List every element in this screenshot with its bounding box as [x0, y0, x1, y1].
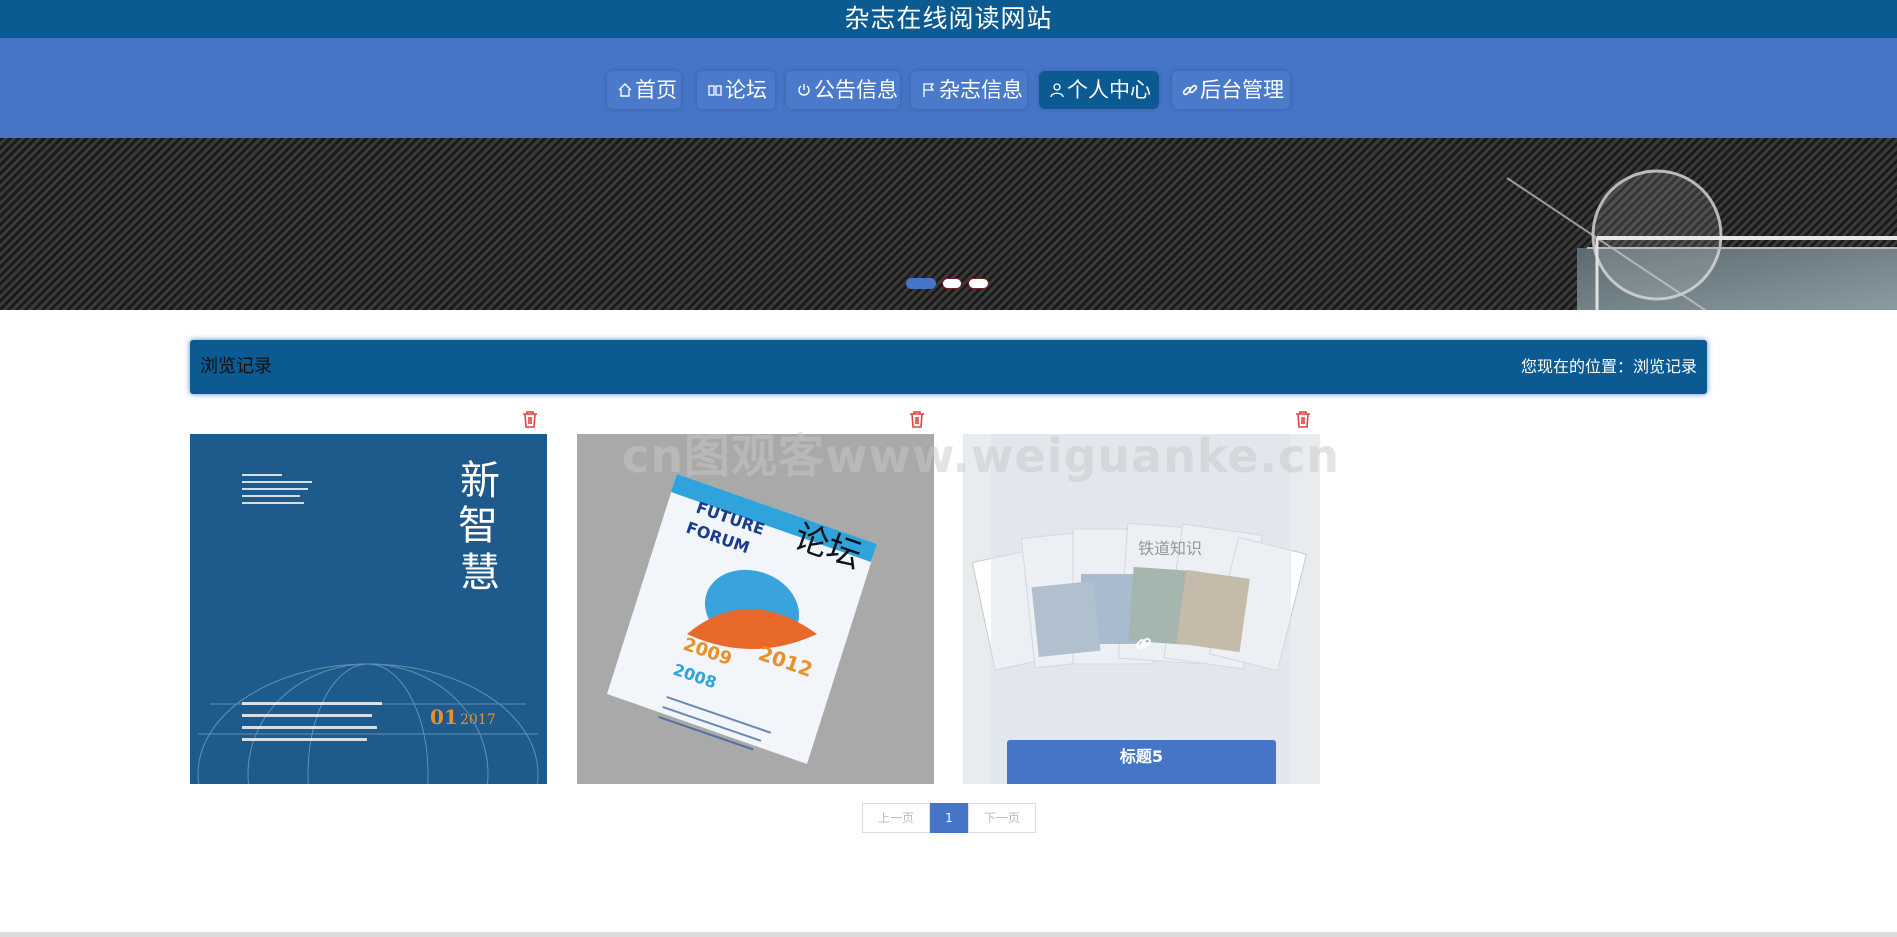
- cover-image-railway-knowledge: 铁道知识: [963, 434, 1320, 784]
- carousel-dot-3[interactable]: [968, 278, 989, 289]
- svg-text:慧: 慧: [460, 550, 500, 596]
- nav-label: 首页: [635, 78, 677, 102]
- nav-item-personal-center[interactable]: 个人中心: [1039, 71, 1159, 109]
- cover-image-xinzhihui: 新 智 慧 01 2017: [190, 434, 547, 784]
- power-icon: [798, 84, 810, 96]
- link-icon[interactable]: [1133, 634, 1153, 654]
- flag-icon: [923, 83, 935, 97]
- next-page-button[interactable]: 下一页: [968, 803, 1036, 833]
- prev-page-button[interactable]: 上一页: [862, 803, 930, 833]
- banner-graphic: [1506, 169, 1897, 310]
- nav-item-admin[interactable]: 后台管理: [1172, 71, 1290, 109]
- record-title[interactable]: 标题5: [1007, 740, 1276, 784]
- banner-carousel[interactable]: [0, 138, 1897, 310]
- nav-list: 首页 论坛 公告信息 杂志信息 个人中心 后台管理: [0, 71, 1897, 111]
- section-title: 浏览记录: [200, 356, 272, 377]
- nav-label: 杂志信息: [939, 78, 1023, 102]
- nav-item-magazines[interactable]: 杂志信息: [911, 71, 1027, 109]
- carousel-dot-2[interactable]: [942, 278, 962, 289]
- magazine-cover[interactable]: 新 智 慧 01 2017: [190, 434, 547, 784]
- section-header: 浏览记录 您现在的位置：浏览记录: [190, 340, 1707, 394]
- main-navigation: 首页 论坛 公告信息 杂志信息 个人中心 后台管理: [0, 38, 1897, 138]
- nav-label: 后台管理: [1200, 78, 1284, 102]
- carousel-dot-1[interactable]: [906, 278, 936, 289]
- svg-text:新: 新: [460, 458, 500, 504]
- home-icon: [618, 83, 632, 97]
- delete-icon[interactable]: [1294, 409, 1312, 429]
- nav-label: 个人中心: [1067, 78, 1151, 102]
- nav-item-forum[interactable]: 论坛: [697, 71, 775, 109]
- svg-text:01: 01: [430, 705, 458, 729]
- svg-text:智: 智: [458, 503, 498, 549]
- nav-item-home[interactable]: 首页: [607, 71, 681, 109]
- page-bottom-divider: [0, 932, 1897, 937]
- pagination: 上一页 1 下一页: [862, 803, 1036, 833]
- link-icon: [1182, 84, 1198, 96]
- user-icon: [1050, 83, 1064, 98]
- page-button-current[interactable]: 1: [930, 803, 968, 833]
- delete-icon[interactable]: [521, 409, 539, 429]
- nav-label: 公告信息: [814, 78, 898, 102]
- record-card: FUTURE FORUM 论坛 2009 2012 2008: [577, 407, 934, 784]
- nav-item-announcements[interactable]: 公告信息: [786, 71, 900, 109]
- delete-icon[interactable]: [908, 409, 926, 429]
- cover-image-future-forum: FUTURE FORUM 论坛 2009 2012 2008: [577, 434, 934, 784]
- record-card: 新 智 慧 01 2017: [190, 407, 547, 784]
- breadcrumb: 您现在的位置：浏览记录: [1521, 340, 1697, 394]
- record-card: 铁道知识 标题5: [963, 407, 1320, 784]
- magazine-cover[interactable]: 铁道知识 标题5: [963, 434, 1320, 784]
- forum-icon: [708, 85, 722, 96]
- nav-label: 论坛: [725, 78, 767, 102]
- breadcrumb-current[interactable]: 浏览记录: [1633, 357, 1697, 376]
- magazine-cover[interactable]: FUTURE FORUM 论坛 2009 2012 2008: [577, 434, 934, 784]
- breadcrumb-prefix: 您现在的位置：: [1520, 357, 1633, 376]
- svg-text:2017: 2017: [460, 712, 496, 728]
- site-title: 杂志在线阅读网站: [0, 0, 1897, 38]
